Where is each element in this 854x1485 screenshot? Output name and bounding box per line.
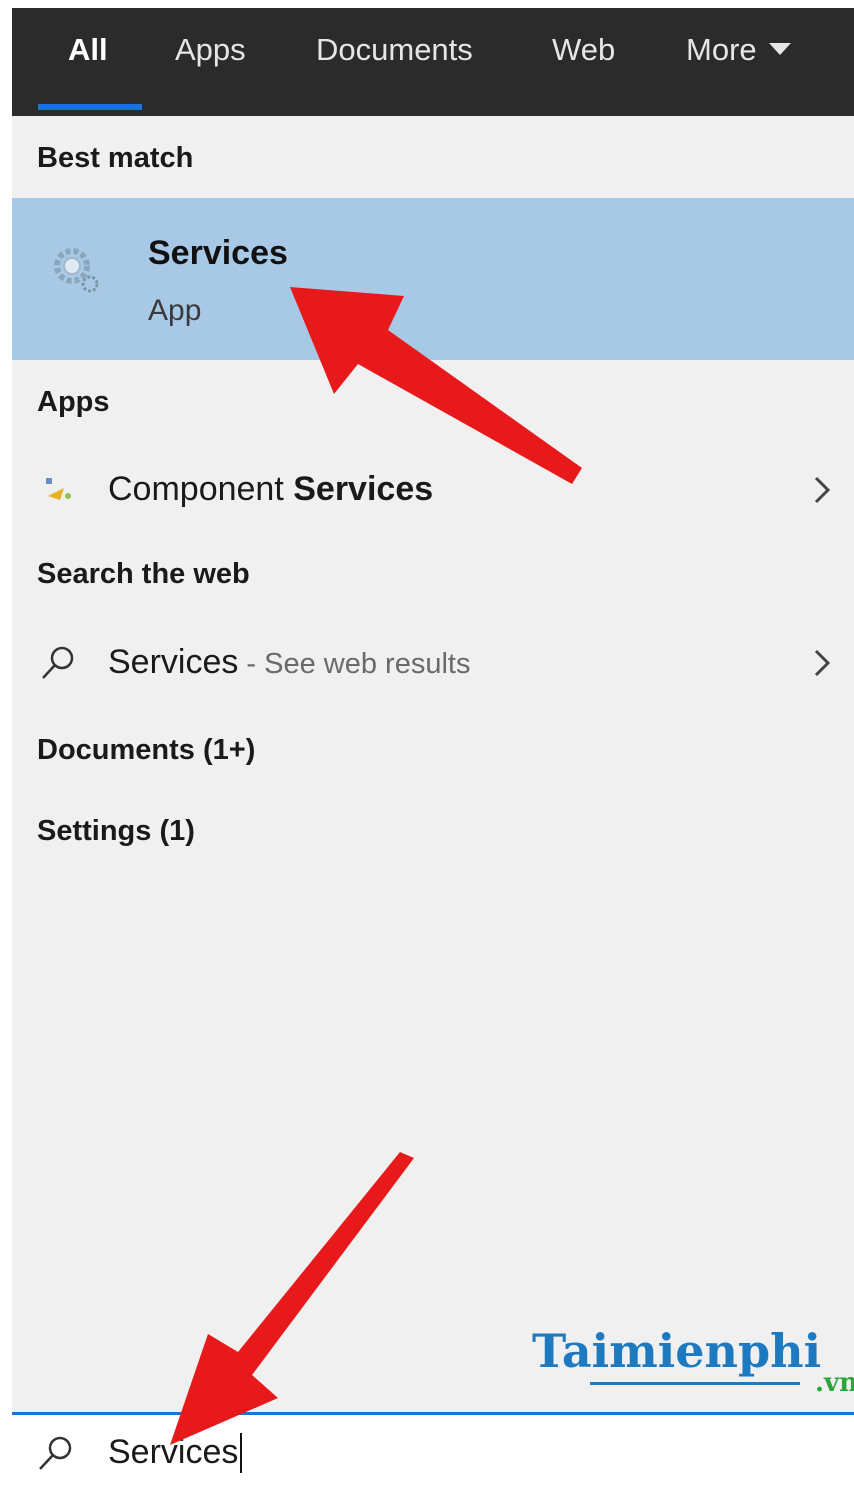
web-result-query: Services: [108, 643, 239, 681]
best-match-services[interactable]: Services App: [12, 198, 854, 360]
web-result-label: Services - See web results: [108, 643, 470, 682]
chevron-right-icon[interactable]: [812, 474, 832, 506]
section-documents[interactable]: Documents (1+): [37, 734, 255, 767]
tab-web[interactable]: Web: [552, 30, 615, 70]
chevron-right-icon[interactable]: [812, 647, 832, 679]
tab-apps[interactable]: Apps: [175, 30, 246, 70]
services-gear-icon: [54, 248, 99, 293]
component-services-icon: [46, 478, 71, 500]
watermark-tld: .vn: [814, 1368, 854, 1398]
search-icon: [42, 646, 74, 679]
tab-more-label: More: [686, 32, 757, 67]
caret-down-icon: [768, 42, 791, 55]
search-input[interactable]: [108, 1425, 708, 1479]
active-tab-indicator: [38, 104, 142, 110]
best-match-title: Services: [148, 234, 288, 272]
section-best-match: Best match: [37, 142, 194, 174]
app-result-label: Component Services: [108, 470, 433, 509]
web-result-suffix: - See web results: [238, 648, 471, 680]
app-result-label-bold: Services: [293, 470, 434, 508]
watermark-underline: [590, 1382, 800, 1385]
app-result-label-prefix: Component: [108, 470, 294, 508]
tab-more[interactable]: More: [686, 30, 791, 70]
web-result-services[interactable]: Services - See web results: [12, 625, 854, 701]
text-cursor: [240, 1433, 242, 1473]
search-box[interactable]: [12, 1412, 854, 1485]
section-apps: Apps: [37, 386, 110, 418]
watermark-text: Taimienphi: [532, 1324, 822, 1378]
search-tab-bar: All Apps Documents Web More: [12, 8, 854, 116]
section-search-web: Search the web: [37, 558, 250, 590]
section-settings[interactable]: Settings (1): [37, 815, 195, 848]
watermark-logo: Taimienphi .vn: [532, 1324, 854, 1414]
tab-documents[interactable]: Documents: [316, 30, 473, 70]
search-icon: [39, 1436, 72, 1470]
best-match-subtitle: App: [148, 294, 202, 327]
tab-all[interactable]: All: [68, 30, 108, 70]
start-search-panel: All Apps Documents Web More Best match S…: [12, 8, 854, 1485]
app-result-component-services[interactable]: Component Services: [12, 452, 854, 528]
